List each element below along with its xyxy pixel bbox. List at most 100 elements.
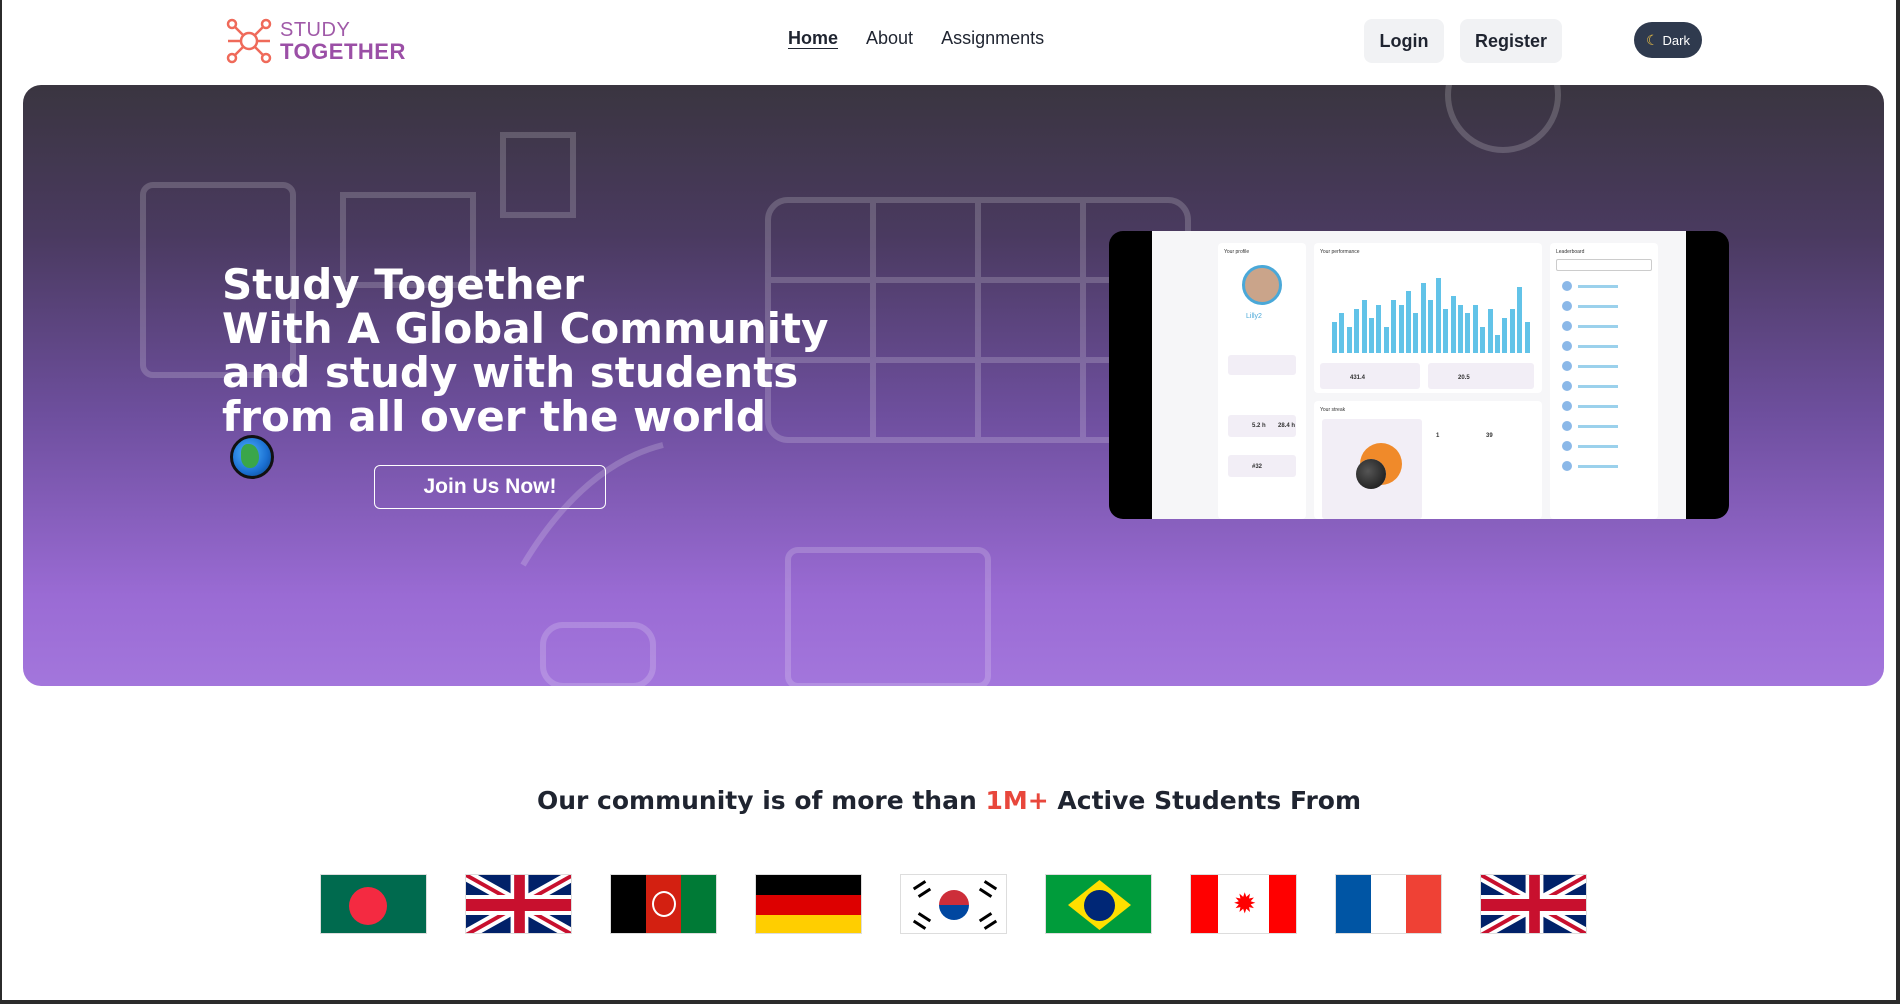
preview-leaderboard-avatar — [1562, 421, 1572, 431]
flag-united-kingdom — [465, 874, 572, 934]
preview-leaderboard-name — [1578, 385, 1618, 388]
hero-title-line-2: With A Global Community — [222, 304, 829, 353]
preview-total-box: 431.4 — [1320, 363, 1420, 389]
preview-bar — [1450, 295, 1456, 353]
preview-bar — [1413, 313, 1419, 353]
preview-username: Lilly2 — [1246, 313, 1262, 320]
preview-leaderboard-name — [1578, 305, 1618, 308]
preview-streak-box — [1322, 419, 1422, 519]
join-us-button[interactable]: Join Us Now! — [374, 465, 606, 509]
preview-leaderboard-name — [1578, 285, 1618, 288]
preview-leaderboard-avatar — [1562, 441, 1572, 451]
preview-bar — [1420, 282, 1426, 353]
preview-leaderboard-avatar — [1562, 361, 1572, 371]
preview-bar — [1406, 291, 1412, 353]
dark-mode-toggle[interactable]: ☾ Dark — [1634, 22, 1702, 58]
hero-title-line-4: from all over the world — [222, 392, 766, 441]
preview-avg: 20.5 — [1458, 375, 1470, 381]
preview-leaderboard-avatar — [1562, 461, 1572, 471]
preview-bar — [1376, 304, 1382, 353]
preview-bar — [1487, 309, 1493, 353]
login-button[interactable]: Login — [1364, 19, 1444, 63]
top-nav: STUDY TOGETHER Home About Assignments Lo… — [2, 0, 1896, 82]
hero-title-line-1: Study Together — [222, 260, 584, 309]
preview-bar — [1435, 278, 1441, 353]
preview-bar — [1369, 317, 1375, 353]
moon-icon: ☾ — [1645, 31, 1659, 48]
preview-bar — [1391, 300, 1397, 353]
preview-leaderboard-name — [1578, 405, 1618, 408]
preview-bar — [1480, 326, 1486, 353]
flag-france — [1335, 874, 1442, 934]
logo-text: STUDY TOGETHER — [280, 19, 406, 63]
flag-canada: ✹ — [1190, 874, 1297, 934]
preview-profile-label: Your profile — [1224, 249, 1250, 255]
preview-stat-2: 28.4 h — [1278, 423, 1296, 429]
community-highlight: 1M+ — [985, 786, 1049, 815]
preview-rank-box: #32 — [1228, 455, 1296, 477]
dashboard-preview-image: Your profile Lilly2 5.2 h 28.4 h #32 You… — [1109, 231, 1729, 519]
preview-leaderboard-name — [1578, 365, 1618, 368]
preview-bar — [1332, 322, 1337, 353]
flag-bangladesh — [320, 874, 427, 934]
flag-united-kingdom-2 — [1480, 874, 1587, 934]
nav-links: Home About Assignments — [788, 28, 1044, 49]
preview-leaderboard-avatar — [1562, 321, 1572, 331]
flag-list: ✹ — [320, 874, 1587, 934]
page: STUDY TOGETHER Home About Assignments Lo… — [2, 0, 1896, 1000]
preview-leaderboard-name — [1578, 325, 1618, 328]
flag-afghanistan — [610, 874, 717, 934]
preview-stats-box: 5.2 h 28.4 h — [1228, 415, 1296, 437]
preview-leaderboard-avatar — [1562, 341, 1572, 351]
preview-rank: #32 — [1252, 464, 1263, 470]
logo[interactable]: STUDY TOGETHER — [224, 16, 406, 66]
preview-bar — [1443, 309, 1449, 353]
register-button[interactable]: Register — [1460, 19, 1562, 63]
preview-bar — [1509, 309, 1515, 353]
preview-bar — [1524, 322, 1530, 353]
preview-bar — [1398, 304, 1404, 353]
preview-avg-box: 20.5 — [1428, 363, 1534, 389]
preview-treasure — [1228, 355, 1296, 375]
flag-germany — [755, 874, 862, 934]
preview-bar — [1517, 287, 1523, 353]
preview-bar — [1346, 326, 1352, 353]
preview-bar — [1339, 313, 1345, 353]
preview-streak-card: Your streak 1 39 — [1314, 401, 1542, 519]
preview-leaderboard-name — [1578, 425, 1618, 428]
hero-title: Study Together With A Global Community a… — [222, 263, 842, 483]
preview-bar — [1502, 317, 1508, 353]
nav-link-assignments[interactable]: Assignments — [941, 28, 1044, 49]
community-prefix: Our community is of more than — [536, 786, 986, 815]
preview-leaderboard-name — [1578, 345, 1618, 348]
preview-bar-chart — [1332, 265, 1532, 353]
flag-south-korea — [900, 874, 1007, 934]
preview-bar — [1428, 300, 1434, 353]
preview-search — [1556, 259, 1652, 271]
preview-performance-label: Your performance — [1320, 249, 1360, 255]
preview-bar — [1361, 300, 1367, 353]
preview-bar — [1457, 304, 1463, 353]
community-suffix: Active Students From — [1048, 786, 1362, 815]
preview-leaderboard-label: Leaderboard — [1556, 249, 1585, 255]
hero-title-line-3: and study with students — [222, 348, 799, 397]
preview-streak-2: 39 — [1486, 433, 1493, 439]
preview-leaderboard-name — [1578, 465, 1618, 468]
logo-line-1: STUDY — [280, 19, 351, 41]
preview-bar — [1465, 313, 1471, 353]
comet-icon — [1356, 459, 1386, 489]
community-heading: Our community is of more than 1M+ Active… — [2, 786, 1896, 815]
preview-performance-card: Your performance 431.4 20.5 — [1314, 243, 1542, 393]
flag-brazil — [1045, 874, 1152, 934]
preview-streak-1: 1 — [1436, 433, 1440, 439]
preview-bar — [1354, 309, 1360, 353]
nav-link-home[interactable]: Home — [788, 28, 838, 49]
nav-link-about[interactable]: About — [866, 28, 913, 49]
preview-stat-1: 5.2 h — [1252, 423, 1266, 429]
globe-icon — [230, 435, 274, 479]
logo-icon — [226, 18, 272, 64]
logo-line-2: TOGETHER — [280, 39, 406, 64]
preview-leaderboard-avatar — [1562, 401, 1572, 411]
preview-leaderboard-name — [1578, 445, 1618, 448]
preview-bar — [1383, 326, 1389, 353]
